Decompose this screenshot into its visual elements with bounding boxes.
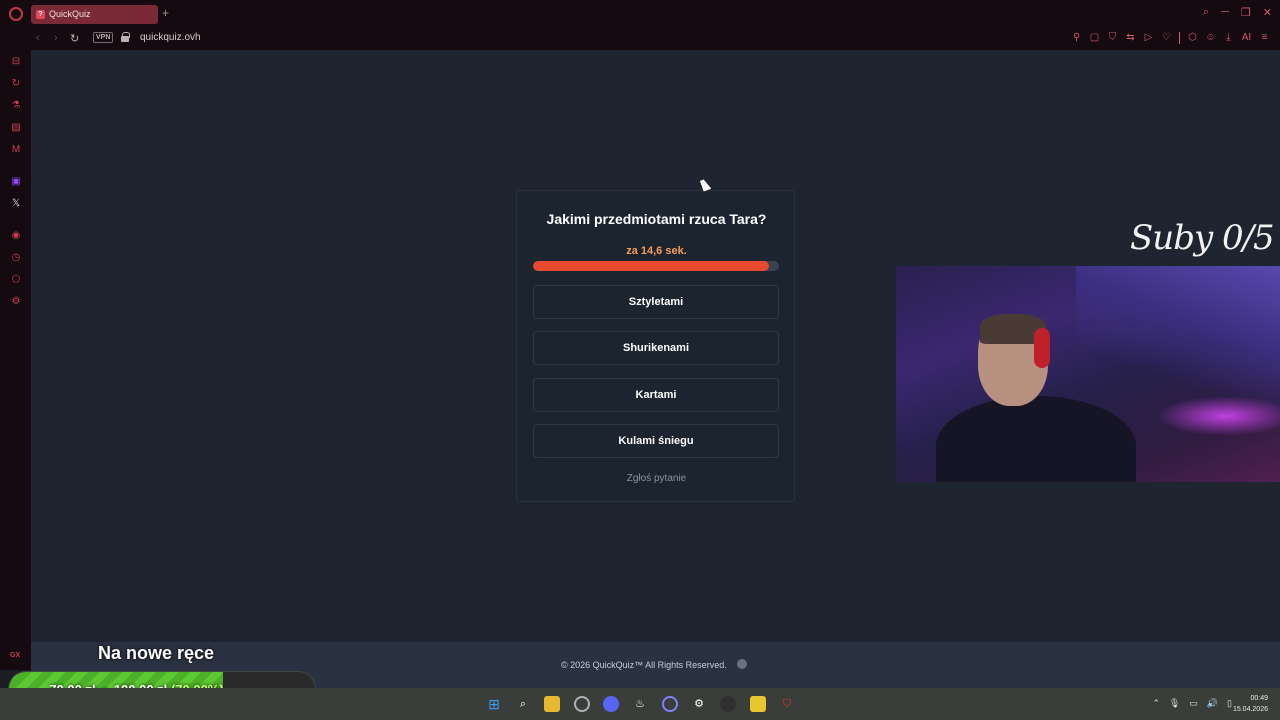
new-tab-button[interactable]: + (162, 7, 169, 19)
report-question-link[interactable]: Zgłoś pytanie (517, 473, 796, 484)
shield-app-icon[interactable]: ⛉ (779, 696, 795, 712)
webcam-feed (896, 266, 1280, 482)
timer-progress-bar (533, 261, 779, 271)
url-field[interactable]: quickquiz.ovh (140, 32, 201, 43)
answer-button-4[interactable]: Kulami śniegu (533, 424, 779, 458)
discord-icon[interactable] (603, 696, 619, 712)
vpn-badge[interactable]: VPN (93, 32, 114, 43)
extensions-sidebar-icon[interactable]: ⬠ (10, 274, 22, 286)
settings-taskbar-icon[interactable]: ⚙ (691, 696, 707, 712)
play-icon[interactable]: ▷ (1143, 32, 1154, 43)
system-tray: ⌃ 🎙 ▭ 🔊 ▯ (1152, 698, 1232, 709)
battery-icon[interactable]: ▯ (1227, 698, 1232, 709)
extensions-icon[interactable]: ⬡ (1187, 32, 1198, 43)
gx-label: GX (10, 652, 21, 659)
timer-progress-fill (533, 261, 770, 271)
settings-icon[interactable]: ⚙ (10, 296, 22, 308)
shield-icon[interactable]: ⛉ (1107, 32, 1118, 43)
x-icon[interactable]: 𝕏 (10, 198, 22, 210)
clock-time: 00:49 (1250, 695, 1268, 702)
app-circle-icon[interactable] (662, 696, 678, 712)
history-icon[interactable]: ◷ (10, 252, 22, 264)
player-icon[interactable]: ◉ (10, 230, 22, 242)
gx-corner-icon[interactable]: ▨ (10, 122, 22, 134)
opera-gx-icon[interactable] (574, 696, 590, 712)
obs-icon[interactable] (720, 696, 736, 712)
timer-text: za 14,6 sek. (626, 245, 687, 257)
answer-button-3[interactable]: Kartami (533, 378, 779, 412)
pin-icon[interactable]: ⚲ (1071, 32, 1082, 43)
profile-icon[interactable]: ☺ (1205, 32, 1216, 43)
close-button[interactable]: ✕ (1263, 6, 1272, 19)
twitch-icon[interactable]: ▣ (10, 176, 22, 188)
clock-date: 15.04.2026 (1232, 706, 1268, 713)
notes-app-icon[interactable] (750, 696, 766, 712)
steam-icon[interactable]: ♨ (632, 696, 648, 712)
microphone-icon[interactable]: 🎙 (1169, 698, 1180, 709)
menu-icon[interactable]: ≡ (1259, 32, 1270, 43)
translate-icon[interactable]: ⇆ (1125, 32, 1136, 43)
donation-goal-title: Na nowe ręce (98, 643, 215, 663)
github-icon[interactable] (737, 659, 747, 669)
headset-icon (1034, 328, 1050, 368)
gx-control-icon[interactable]: ⊟ (10, 56, 22, 68)
tab-title: QuickQuiz (49, 9, 91, 19)
windows-start-icon[interactable]: ⊞ (486, 696, 502, 712)
heart-icon[interactable]: ♡ (1161, 32, 1172, 43)
address-bar: ‹ › ↻ VPN quickquiz.ovh ⚲ ▢ ⛉ ⇆ ▷ ♡ ⬡ ☺ … (0, 28, 1280, 50)
answer-button-2[interactable]: Shurikenami (533, 331, 779, 365)
browser-tab-bar: ? QuickQuiz + ⌕ ─ ❐ ✕ (0, 0, 1280, 28)
footer-copyright: © 2026 QuickQuiz™ All Rights Reserved. (561, 660, 727, 670)
restore-button[interactable]: ❐ (1241, 6, 1251, 19)
search-tabs-icon[interactable]: ⌕ (1203, 6, 1209, 19)
volume-icon[interactable]: 🔊 (1207, 698, 1218, 709)
toolbar-divider (1179, 32, 1180, 44)
search-icon[interactable]: ⌕ (515, 696, 531, 712)
back-icon[interactable]: ‹ (36, 32, 40, 44)
favicon-icon: ? (36, 10, 45, 19)
webcam-wall (1076, 266, 1280, 416)
question-text: Jakimi przedmiotami rzuca Tara? (546, 211, 767, 227)
subs-counter: Suby 0/5 (1130, 218, 1275, 258)
opera-logo-icon[interactable] (9, 7, 23, 21)
minimize-button[interactable]: ─ (1221, 6, 1229, 19)
messenger-icon[interactable]: M (10, 144, 22, 156)
toolbar-icons: ⚲ ▢ ⛉ ⇆ ▷ ♡ ⬡ ☺ ⤓ AI ≡ (1071, 32, 1270, 44)
forward-icon[interactable]: › (54, 32, 58, 44)
gx-cleaner-icon[interactable]: ↻ (10, 78, 22, 90)
windows-taskbar: ⊞ ⌕ ♨ ⚙ ⛉ ⌃ 🎙 ▭ 🔊 ▯ 00:49 15.04.2026 (0, 688, 1280, 720)
hot-tabs-icon[interactable]: ⚗ (10, 100, 22, 112)
window-controls: ⌕ ─ ❐ ✕ (1203, 6, 1272, 19)
browser-sidebar: ⊟ ↻ ⚗ ▨ M ▣ 𝕏 ◉ ◷ ⬠ ⚙ GX (0, 50, 31, 670)
network-icon[interactable]: ▭ (1189, 698, 1198, 709)
webcam-led-light (1156, 396, 1280, 436)
lock-icon[interactable] (121, 32, 130, 42)
quiz-card: Jakimi przedmiotami rzuca Tara? za 14,6 … (516, 190, 795, 502)
tray-chevron-icon[interactable]: ⌃ (1152, 698, 1160, 709)
answer-button-1[interactable]: Sztyletami (533, 285, 779, 319)
tab-quickquiz[interactable]: ? QuickQuiz (31, 5, 158, 24)
file-explorer-icon[interactable] (544, 696, 560, 712)
aria-ai-icon[interactable]: AI (1241, 32, 1252, 43)
download-icon[interactable]: ⤓ (1223, 32, 1234, 43)
reload-icon[interactable]: ↻ (70, 32, 79, 45)
snapshot-icon[interactable]: ▢ (1089, 32, 1100, 43)
taskbar-clock[interactable]: 00:49 15.04.2026 (1233, 693, 1268, 715)
